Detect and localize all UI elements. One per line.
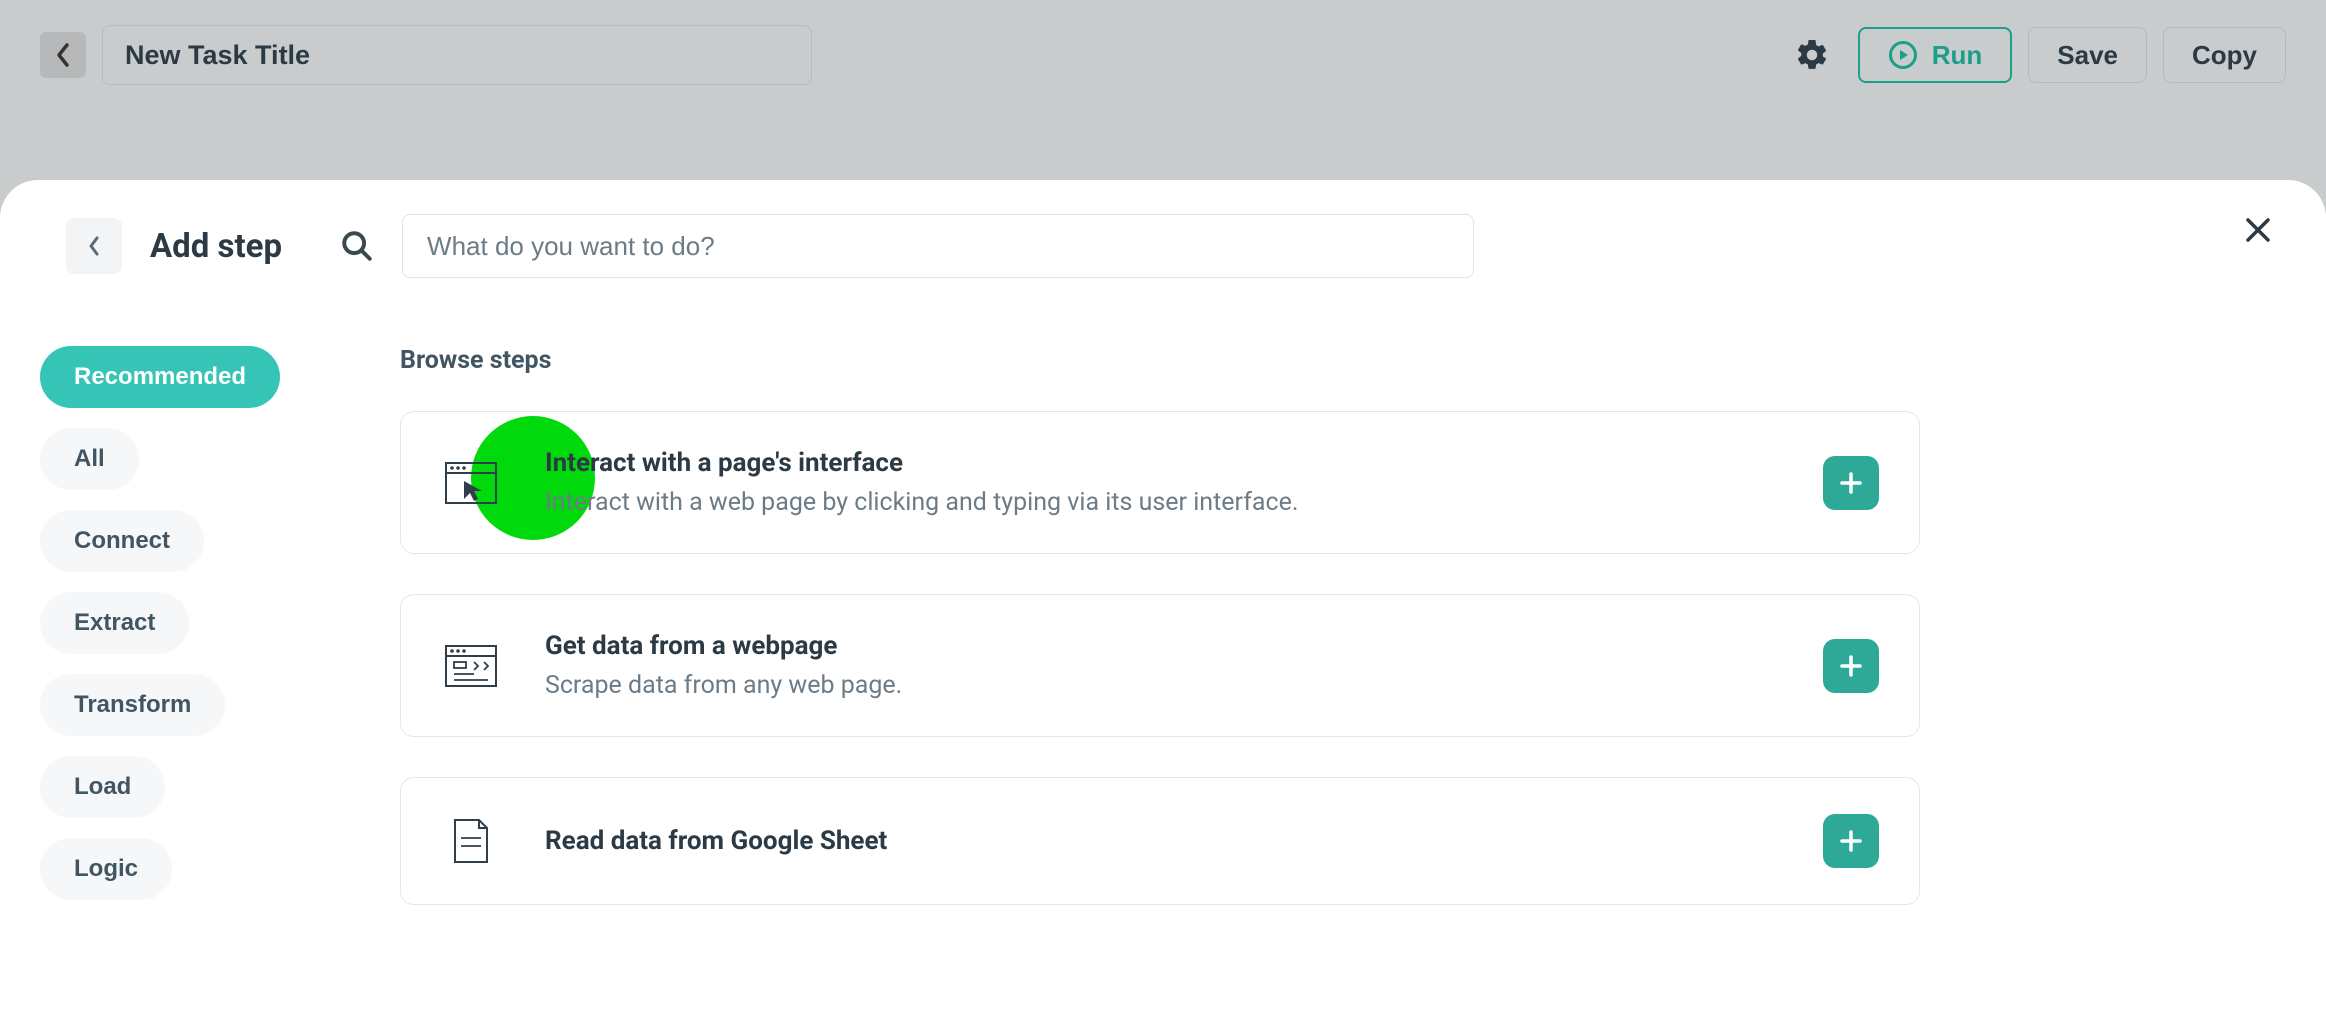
section-title: Browse steps [400, 346, 1920, 375]
step-title: Get data from a webpage [545, 631, 1779, 661]
browser-pointer-icon [444, 459, 498, 507]
close-icon [2243, 215, 2273, 245]
plus-icon [1838, 828, 1864, 854]
category-sidebar: Recommended All Connect Extract Transform Loa… [40, 346, 350, 945]
category-recommended[interactable]: Recommended [40, 346, 280, 408]
search-input[interactable] [402, 214, 1474, 278]
step-desc: Interact with a web page by clicking and… [545, 488, 1779, 517]
run-label: Run [1932, 40, 1983, 71]
settings-button[interactable] [1782, 27, 1842, 83]
chevron-left-icon [54, 41, 72, 69]
category-logic[interactable]: Logic [40, 838, 172, 900]
plus-icon [1838, 653, 1864, 679]
step-icon [441, 814, 501, 868]
step-card[interactable]: Read data from Google Sheet [400, 777, 1920, 905]
step-texts: Read data from Google Sheet [545, 826, 1779, 856]
search-icon [340, 229, 374, 263]
modal-header: Add step [66, 206, 2286, 286]
task-title-input[interactable] [102, 25, 812, 85]
step-browser: Browse steps Interact with a page's inte… [400, 346, 1920, 945]
step-card[interactable]: Interact with a page's interface Interact… [400, 411, 1920, 554]
gear-icon [1794, 37, 1830, 73]
run-button[interactable]: Run [1858, 27, 2013, 83]
step-title: Read data from Google Sheet [545, 826, 1779, 856]
close-modal-button[interactable] [2234, 206, 2282, 254]
category-extract[interactable]: Extract [40, 592, 189, 654]
add-step-button[interactable] [1823, 456, 1879, 510]
add-step-modal: Add step Recommended All Connect Extract Tra… [0, 180, 2326, 1022]
step-icon [441, 639, 501, 693]
save-button[interactable]: Save [2028, 27, 2147, 83]
play-circle-icon [1888, 40, 1918, 70]
step-title: Interact with a page's interface [545, 448, 1779, 478]
step-texts: Interact with a page's interface Interact… [545, 448, 1779, 517]
add-step-button[interactable] [1823, 639, 1879, 693]
plus-icon [1838, 470, 1864, 496]
category-transform[interactable]: Transform [40, 674, 225, 736]
browser-data-icon [444, 642, 498, 690]
modal-back-button[interactable] [66, 218, 122, 274]
back-button[interactable] [40, 32, 86, 78]
copy-button[interactable]: Copy [2163, 27, 2286, 83]
category-load[interactable]: Load [40, 756, 165, 818]
step-desc: Scrape data from any web page. [545, 671, 1779, 700]
add-step-button[interactable] [1823, 814, 1879, 868]
step-texts: Get data from a webpage Scrape data from … [545, 631, 1779, 700]
chevron-left-icon [86, 234, 102, 258]
file-sheet-icon [449, 816, 493, 866]
category-all[interactable]: All [40, 428, 139, 490]
step-card[interactable]: Get data from a webpage Scrape data from … [400, 594, 1920, 737]
top-toolbar: Run Save Copy [0, 0, 2326, 110]
step-icon [441, 456, 501, 510]
modal-title: Add step [150, 227, 282, 266]
category-connect[interactable]: Connect [40, 510, 204, 572]
